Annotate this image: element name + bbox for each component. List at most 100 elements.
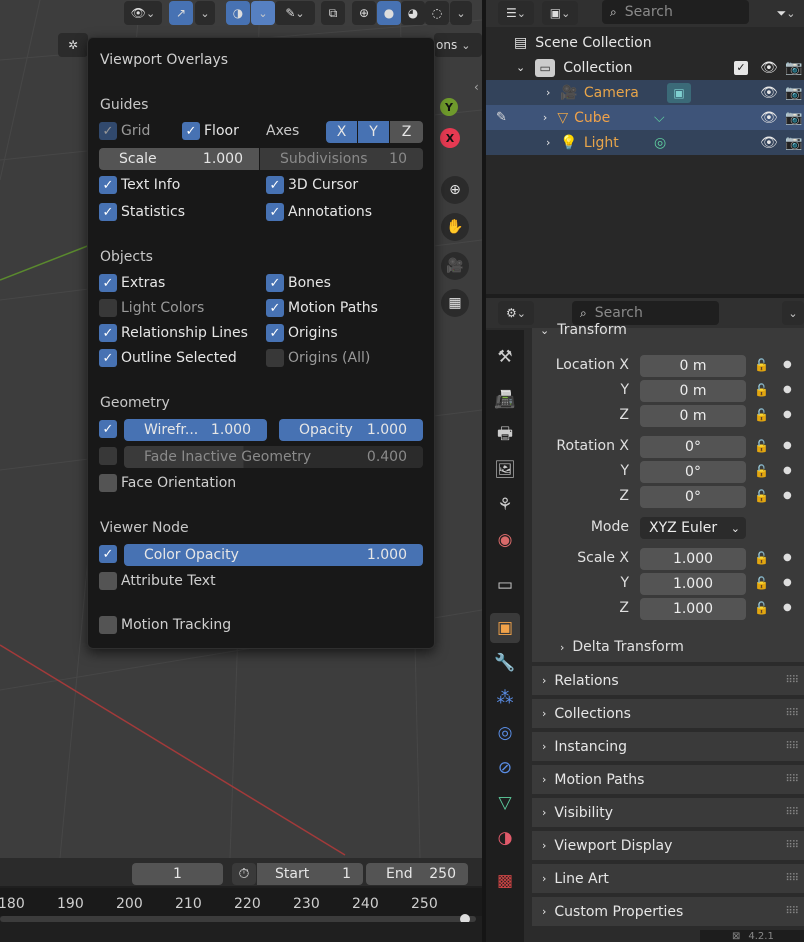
gizmo-y-axis[interactable]: Y	[440, 98, 458, 116]
light-colors-checkbox[interactable]: Light Colors	[99, 299, 204, 317]
attribute-text-checkbox[interactable]: Attribute Text	[99, 572, 216, 590]
instancing-panel[interactable]: › Instancing ⠿⠿	[532, 732, 804, 761]
drag-handle-icon[interactable]: ⠿⠿	[785, 906, 799, 917]
material-shading-button[interactable]: ◕	[401, 1, 425, 25]
collection-tab-icon[interactable]: ▭	[490, 570, 520, 600]
camera-data-icon[interactable]: ▣	[667, 82, 691, 103]
modifier-tab-icon[interactable]: 🔧	[490, 648, 520, 678]
overlays-toggle-button[interactable]: ◑	[226, 1, 250, 25]
edit-pen-icon[interactable]: ✎	[496, 110, 507, 125]
eye-icon[interactable]: 👁	[760, 110, 778, 126]
outline-selected-checkbox[interactable]: ✓ Outline Selected	[99, 349, 237, 367]
bones-checkbox[interactable]: ✓ Bones	[266, 274, 331, 292]
fade-inactive-field[interactable]: Fade Inactive Geometry 0.400	[124, 446, 423, 468]
solid-shading-button[interactable]: ●	[377, 1, 401, 25]
tool-tab-icon[interactable]: ⚒	[490, 342, 520, 372]
relationship-lines-checkbox[interactable]: ✓ Relationship Lines	[99, 324, 248, 342]
outliner-item-cube[interactable]: ✎ › ▽ Cube ⌵ 👁 📷	[486, 105, 804, 130]
editor-type-button[interactable]: ⚙ ⌄	[498, 301, 534, 325]
constraints-tab-icon[interactable]: ⊘	[490, 753, 520, 783]
timeline-body[interactable]	[0, 922, 482, 942]
collections-panel[interactable]: › Collections ⠿⠿	[532, 699, 804, 728]
world-tab-icon[interactable]: ◉	[490, 525, 520, 555]
render-camera-icon[interactable]: 📷	[785, 60, 802, 76]
overlays-dropdown[interactable]: ⌄	[251, 1, 275, 25]
outliner-item-camera[interactable]: › 🎥 Camera ▣ 👁 📷	[486, 80, 804, 105]
scene-collection-row[interactable]: ▤ Scene Collection	[486, 30, 804, 55]
axis-y-toggle[interactable]: Y	[358, 121, 389, 143]
filter-button[interactable]: ⏷ ⌄	[768, 1, 804, 25]
xray-button[interactable]: ⧉	[321, 1, 345, 25]
lock-icon[interactable]: 🔓	[754, 439, 769, 453]
annotations-checkbox[interactable]: ✓ Annotations	[266, 203, 372, 221]
location-x-field[interactable]: 0 m	[640, 355, 746, 377]
shading-dropdown[interactable]: ⌄	[450, 1, 472, 25]
sidebar-toggle-arrow[interactable]: ‹	[474, 80, 482, 94]
scale-z-field[interactable]: 1.000	[640, 598, 746, 620]
face-orientation-checkbox[interactable]: Face Orientation	[99, 474, 236, 492]
wireframe-checkbox[interactable]: ✓	[99, 420, 121, 438]
color-opacity-checkbox[interactable]: ✓	[99, 545, 121, 563]
keyframe-dot-icon[interactable]: ●	[783, 409, 792, 420]
3d-viewport[interactable]: 👁 ⌄ ↗ ⌄ ◑ ⌄ ✎ ⌄ ⧉ ⊕ ● ◕ ◌ ⌄ ✲ ons ⌄ Y X ⊕ ✋…	[0, 0, 482, 858]
eye-icon[interactable]: 👁	[760, 60, 778, 76]
ortho-toggle-button[interactable]: ▦	[441, 289, 469, 317]
keyframe-dot-icon[interactable]: ●	[783, 602, 792, 613]
object-tab-icon[interactable]: ▣	[490, 613, 520, 643]
transform-heading[interactable]: ⌄ Transform	[540, 322, 627, 338]
lock-icon[interactable]: 🔓	[754, 358, 769, 372]
render-camera-icon[interactable]: 📷	[785, 85, 802, 101]
gizmo-toggle-button[interactable]: ↗	[169, 1, 193, 25]
grid-scale-field[interactable]: Scale 1.000	[99, 148, 259, 170]
line-art-panel[interactable]: › Line Art ⠿⠿	[532, 864, 804, 893]
visibility-panel[interactable]: › Visibility ⠿⠿	[532, 798, 804, 827]
wireframe-opacity-field[interactable]: Opacity 1.000	[279, 419, 423, 441]
origins-all-checkbox[interactable]: Origins (All)	[266, 349, 370, 367]
drag-handle-icon[interactable]: ⠿⠿	[785, 675, 799, 686]
output-tab-icon[interactable]: 🖶	[490, 420, 520, 450]
light-data-icon[interactable]: ◎	[654, 135, 666, 151]
gizmo-x-axis[interactable]: X	[440, 128, 460, 148]
statistics-checkbox[interactable]: ✓ Statistics	[99, 203, 185, 221]
rotation-x-field[interactable]: 0°	[640, 436, 746, 458]
subdivisions-field[interactable]: Subdivisions 10	[260, 148, 423, 170]
pan-button[interactable]: ✋	[441, 213, 469, 241]
rendered-shading-button[interactable]: ◌	[425, 1, 449, 25]
grid-checkbox[interactable]: ✓ Grid	[99, 122, 150, 140]
keyframe-dot-icon[interactable]: ●	[783, 465, 792, 476]
render-camera-icon[interactable]: 📷	[785, 135, 802, 151]
mesh-data-icon[interactable]: ⌵	[654, 110, 665, 126]
eye-icon[interactable]: 👁	[760, 85, 778, 101]
rotation-z-field[interactable]: 0°	[640, 486, 746, 508]
motion-paths-panel[interactable]: › Motion Paths ⠿⠿	[532, 765, 804, 794]
lock-icon[interactable]: 🔓	[754, 408, 769, 422]
particles-tab-icon[interactable]: ⁂	[490, 683, 520, 713]
outliner-item-light[interactable]: › 💡 Light ◎ 👁 📷	[486, 130, 804, 155]
drag-handle-icon[interactable]: ⠿⠿	[785, 807, 799, 818]
gizmo-dropdown[interactable]: ⌄	[195, 1, 215, 25]
preview-range-button[interactable]: ⏱	[232, 863, 256, 885]
scale-x-field[interactable]: 1.000	[640, 548, 746, 570]
lock-icon[interactable]: 🔓	[754, 464, 769, 478]
motion-paths-checkbox[interactable]: ✓ Motion Paths	[266, 299, 378, 317]
3d-cursor-checkbox[interactable]: ✓ 3D Cursor	[266, 176, 358, 194]
rotation-mode-select[interactable]: XYZ Euler ⌄	[640, 517, 746, 539]
zoom-button[interactable]: ⊕	[441, 176, 469, 204]
scale-y-field[interactable]: 1.000	[640, 573, 746, 595]
lock-icon[interactable]: 🔓	[754, 576, 769, 590]
floor-checkbox[interactable]: ✓ Floor	[182, 122, 239, 140]
options-button[interactable]: ons ⌄	[434, 33, 482, 57]
keyframe-dot-icon[interactable]: ●	[783, 440, 792, 451]
camera-view-button[interactable]: 🎥	[441, 252, 469, 280]
data-tab-icon[interactable]: ▽	[490, 788, 520, 818]
drag-handle-icon[interactable]: ⠿⠿	[785, 840, 799, 851]
delta-transform-subpanel[interactable]: › Delta Transform	[560, 639, 684, 655]
text-info-checkbox[interactable]: ✓ Text Info	[99, 176, 180, 194]
scene-tab-icon[interactable]: ⚘	[490, 490, 520, 520]
eye-icon[interactable]: 👁	[760, 135, 778, 151]
drag-handle-icon[interactable]: ⠿⠿	[785, 774, 799, 785]
view-layer-tab-icon[interactable]: 🖼	[490, 455, 520, 485]
axis-z-toggle[interactable]: Z	[390, 121, 423, 143]
wireframe-threshold-field[interactable]: Wirefr... 1.000	[124, 419, 267, 441]
fade-inactive-checkbox[interactable]	[99, 447, 121, 465]
